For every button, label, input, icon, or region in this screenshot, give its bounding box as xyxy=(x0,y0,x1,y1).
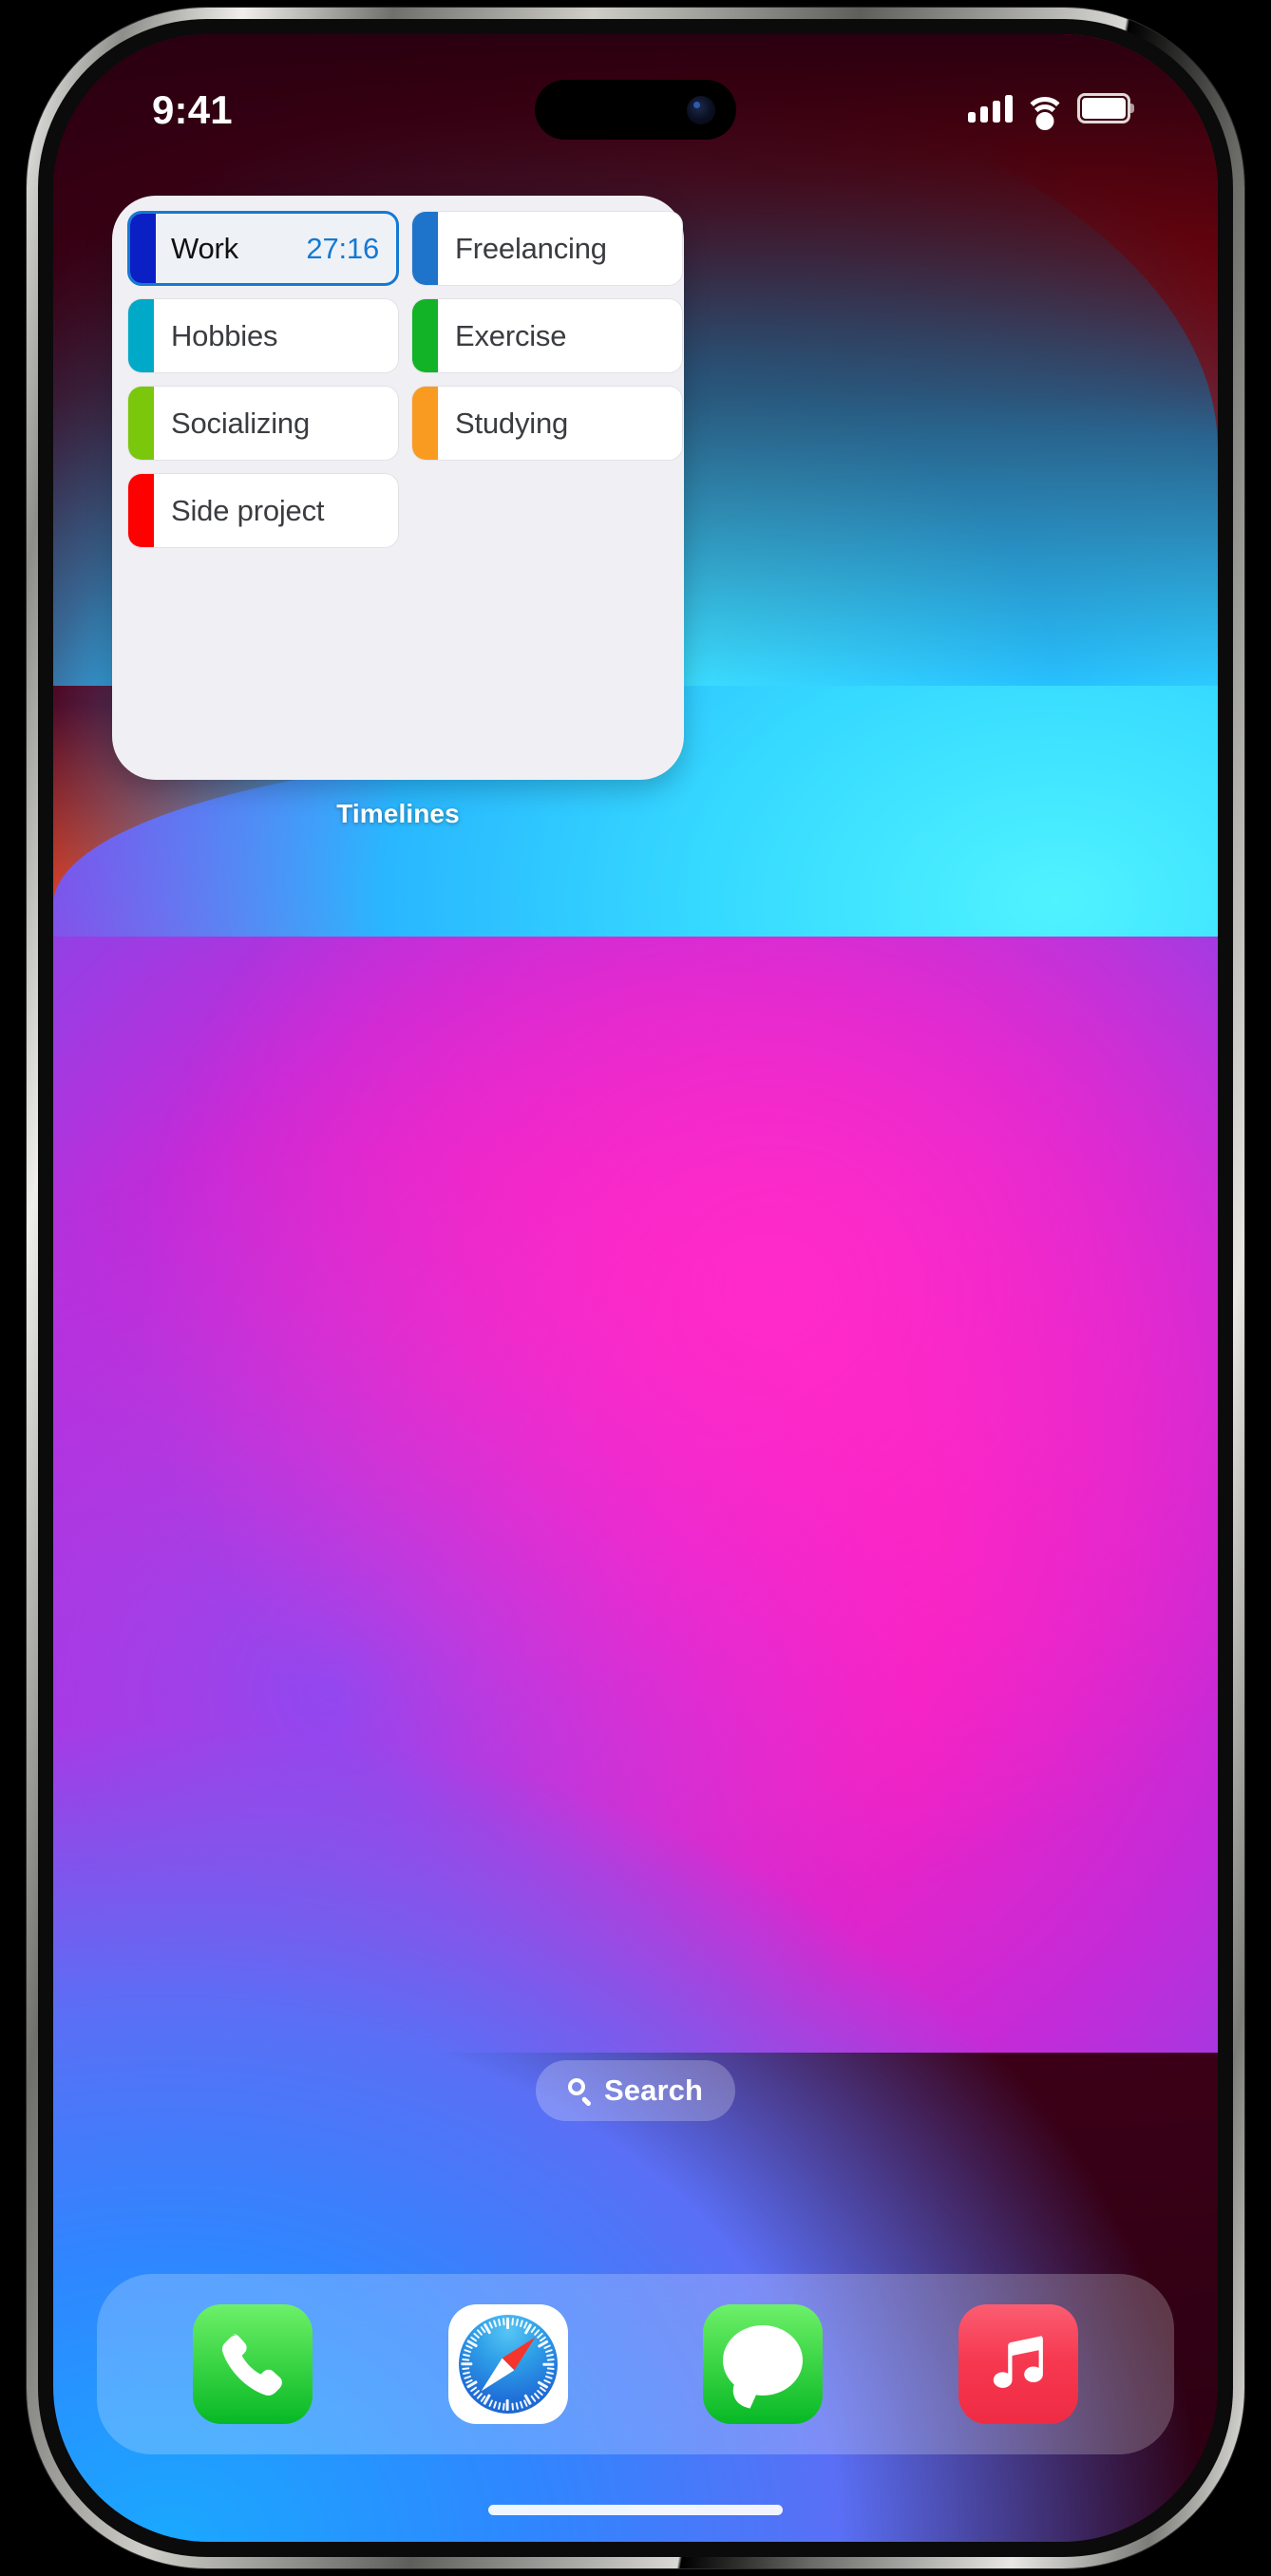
timeline-row[interactable]: Exercise xyxy=(411,298,683,373)
search-button[interactable]: Search xyxy=(536,2060,735,2121)
dynamic-island xyxy=(535,80,736,140)
timeline-color-bar xyxy=(128,299,154,372)
battery-icon xyxy=(1077,93,1134,123)
status-bar-indicators xyxy=(968,93,1134,130)
widget-name-label: Timelines xyxy=(336,799,460,828)
dock-app-messages[interactable] xyxy=(703,2304,824,2424)
front-camera-icon xyxy=(687,95,715,124)
timeline-color-bar xyxy=(412,299,438,372)
timeline-color-bar xyxy=(128,387,154,460)
dock xyxy=(97,2274,1174,2454)
timelines-widget[interactable]: Work 27:16 Freelancing Hobbies Exercise Socia… xyxy=(112,196,684,780)
phone-bezel: 9:41 Work 27:16 Freelancing Hobbies Exercise… xyxy=(38,19,1233,2557)
timeline-color-bar xyxy=(412,387,438,460)
wifi-icon xyxy=(1024,95,1066,130)
phone-frame: 9:41 Work 27:16 Freelancing Hobbies Exercise… xyxy=(27,8,1244,2568)
timeline-name: Hobbies xyxy=(171,318,278,352)
magnifying-glass-icon xyxy=(568,2078,593,2107)
dock-app-phone[interactable] xyxy=(193,2304,313,2424)
timeline-row[interactable]: Freelancing xyxy=(411,211,683,286)
timeline-color-bar xyxy=(412,212,438,285)
timeline-color-bar xyxy=(130,214,156,283)
timeline-name: Exercise xyxy=(455,318,567,352)
timelines-row-grid: Work 27:16 Freelancing Hobbies Exercise Socia… xyxy=(112,196,731,548)
phone-screen: 9:41 Work 27:16 Freelancing Hobbies Exercise… xyxy=(53,34,1218,2542)
messages-bubble-icon xyxy=(723,2325,804,2396)
timeline-row[interactable]: Studying xyxy=(411,386,683,461)
timeline-name: Socializing xyxy=(171,406,310,440)
dock-app-music[interactable] xyxy=(958,2304,1078,2424)
status-bar-time: 9:41 xyxy=(152,87,233,132)
timeline-name: Studying xyxy=(455,406,569,440)
phone-icon xyxy=(222,2334,283,2396)
timeline-row[interactable]: Socializing xyxy=(127,386,399,461)
timeline-name: Work xyxy=(171,231,238,265)
music-note-icon xyxy=(993,2336,1043,2388)
timeline-row[interactable]: Side project xyxy=(127,473,399,548)
screenshot-stage: 9:41 Work 27:16 Freelancing Hobbies Exercise… xyxy=(0,0,1271,2576)
search-label: Search xyxy=(604,2074,703,2107)
timelines-widget-surface[interactable]: Work 27:16 Freelancing Hobbies Exercise Socia… xyxy=(112,196,684,780)
timeline-timer: 27:16 xyxy=(306,231,379,265)
cellular-signal-icon xyxy=(968,94,1013,123)
timeline-row[interactable]: Work 27:16 xyxy=(127,211,399,286)
timeline-name: Freelancing xyxy=(455,231,607,265)
dock-app-safari[interactable] xyxy=(447,2304,568,2424)
home-indicator[interactable] xyxy=(488,2505,783,2515)
timeline-name: Side project xyxy=(171,493,325,527)
timeline-color-bar xyxy=(128,474,154,547)
timeline-row[interactable]: Hobbies xyxy=(127,298,399,373)
safari-compass-icon xyxy=(458,2315,558,2414)
